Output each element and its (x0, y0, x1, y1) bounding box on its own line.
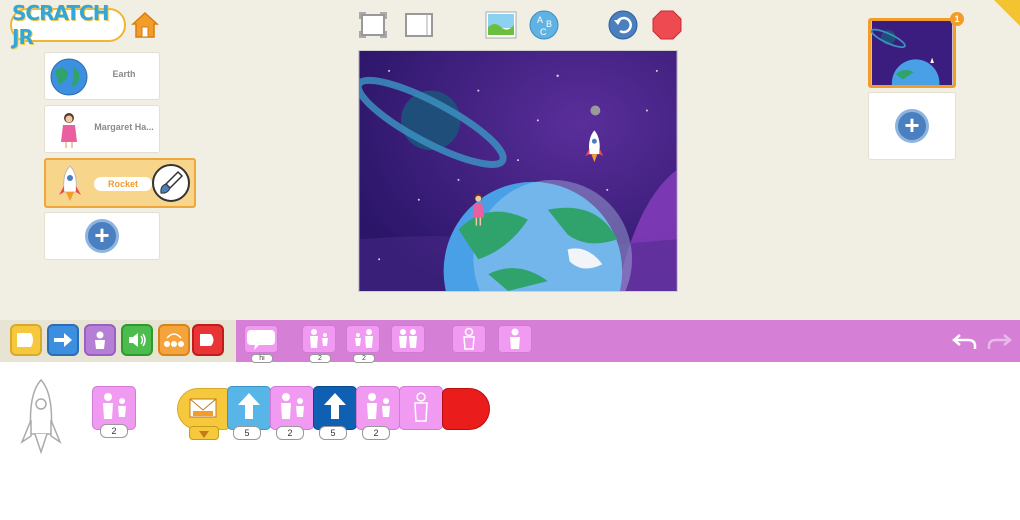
home-icon[interactable] (130, 10, 160, 40)
sprite-item-earth[interactable]: Earth (44, 52, 160, 100)
grow-block-script[interactable] (270, 386, 314, 430)
say-block[interactable]: hi (244, 325, 278, 363)
shrink-block[interactable]: 2 (346, 325, 380, 363)
undo-icon[interactable] (952, 329, 978, 353)
svg-text:C: C (540, 27, 547, 37)
sprite-item-rocket[interactable]: Rocket (44, 158, 196, 208)
grow-icon (367, 393, 390, 419)
loose-grow-badge: 2 (100, 424, 128, 438)
person-outline-icon (95, 331, 105, 349)
show-icon (510, 328, 520, 349)
redo-icon[interactable] (986, 329, 1012, 353)
chevron-down-icon (199, 431, 209, 438)
page-thumbnail-1[interactable] (868, 18, 956, 88)
selected-sprite-rocket-icon (20, 378, 62, 455)
rocket-icon (59, 165, 81, 201)
sprite-item-margaret[interactable]: Margaret Ha... (44, 105, 160, 153)
block-category-bar (0, 320, 236, 362)
earth-icon (50, 58, 88, 96)
person-icon (61, 113, 77, 148)
looks-category-tab[interactable] (84, 324, 116, 356)
arrow-up-icon (324, 393, 346, 419)
motion-category-tab[interactable] (47, 324, 79, 356)
sprite-name: Rocket (94, 177, 152, 191)
shrink-icon (355, 329, 373, 348)
add-sprite-button[interactable]: + (85, 219, 119, 253)
show-block-script[interactable] (399, 386, 443, 430)
top-area: SCRATCH JR ABC Earth Margaret Ha... Rock… (0, 0, 1020, 320)
background-image-icon[interactable] (485, 10, 517, 40)
add-page-slot: + (868, 92, 956, 160)
paintbrush-icon (160, 170, 184, 194)
fullscreen-icon[interactable] (357, 10, 389, 40)
trigger-icon (17, 333, 33, 347)
add-page-button[interactable]: + (895, 109, 929, 143)
grow-badge: 2 (276, 426, 304, 440)
end-block[interactable] (442, 388, 490, 430)
speech-bubble-icon (247, 330, 275, 350)
hide-icon (463, 327, 475, 350)
paint-editor-button[interactable] (152, 164, 190, 202)
end-category-tab[interactable] (192, 324, 224, 356)
sound-category-tab[interactable] (121, 324, 153, 356)
add-text-icon[interactable]: ABC (528, 10, 560, 40)
move-up-block[interactable] (227, 386, 271, 430)
reset-characters-icon[interactable] (607, 10, 639, 40)
sprite-name: Earth (112, 69, 136, 79)
envelope-icon (189, 398, 217, 418)
control-category-tab[interactable] (158, 324, 190, 356)
stop-icon[interactable] (651, 10, 683, 40)
svg-text:A: A (537, 15, 543, 25)
grid-icon[interactable] (403, 10, 435, 40)
show-block[interactable] (498, 325, 532, 353)
grow-icon (310, 329, 328, 348)
block-palette: hi 2 2 (236, 320, 1020, 363)
arrow-up-icon (238, 393, 260, 419)
grow-icon (281, 393, 304, 419)
reset-size-icon (399, 329, 417, 348)
script-area[interactable] (0, 362, 1020, 520)
page-number-badge: 1 (950, 12, 964, 26)
move-up-badge: 5 (233, 426, 261, 440)
message-color-dropdown[interactable] (189, 426, 219, 440)
when-receive-message-block[interactable] (177, 388, 231, 430)
page-corner-fold (994, 0, 1020, 26)
add-sprite-slot: + (44, 212, 160, 260)
move-up-badge-2: 5 (319, 426, 347, 440)
grow-block[interactable]: 2 (302, 325, 336, 363)
stage-canvas[interactable] (358, 50, 678, 292)
grow-block-script-2[interactable] (356, 386, 400, 430)
scratchjr-logo: SCRATCH JR (10, 1, 126, 49)
hide-block[interactable] (452, 325, 486, 353)
move-up-block-2[interactable] (313, 386, 357, 430)
sprite-name: Margaret Ha... (94, 122, 154, 132)
triggering-category-tab[interactable] (10, 324, 42, 356)
reset-size-block[interactable] (391, 325, 425, 353)
hide-icon (414, 392, 428, 422)
end-icon (200, 334, 214, 346)
arrow-right-icon (54, 333, 72, 347)
grow-badge-2: 2 (362, 426, 390, 440)
control-icon (164, 333, 184, 347)
speaker-icon (129, 333, 146, 347)
svg-text:B: B (546, 19, 552, 29)
grow-icon (103, 393, 126, 419)
